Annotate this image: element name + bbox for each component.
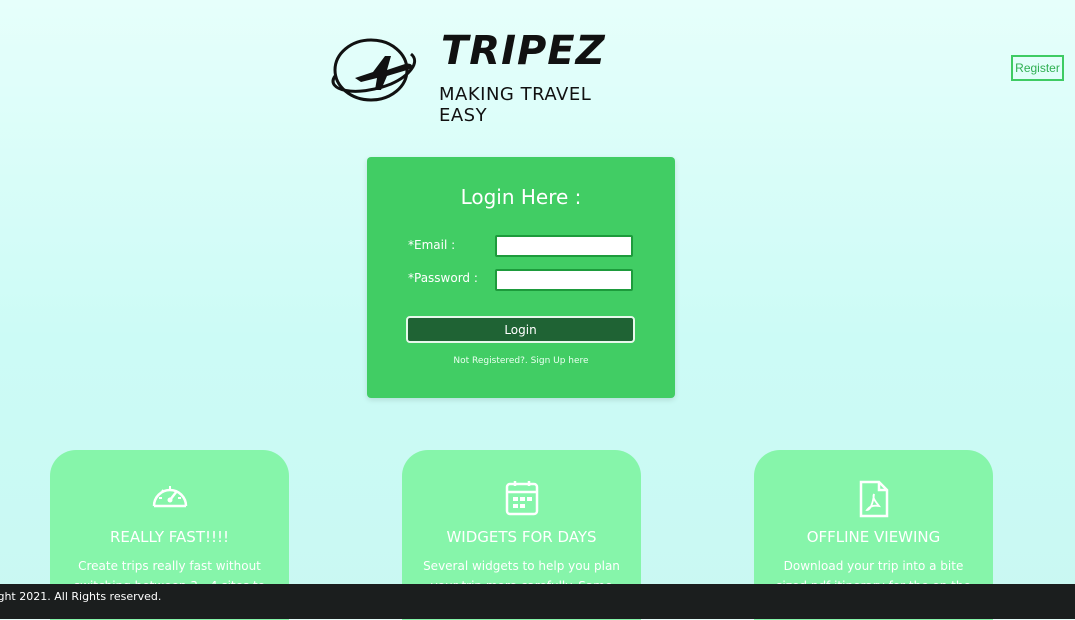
brand-name: TRIPEZ [441, 28, 606, 74]
airplane-globe-icon [331, 38, 417, 102]
speedometer-icon [152, 486, 187, 508]
login-card: Login Here : *Email : *Password : Login … [367, 157, 675, 398]
calendar-icon [505, 481, 538, 516]
email-label: *Email : [408, 238, 456, 252]
feature-title: WIDGETS FOR DAYS [446, 528, 597, 546]
login-title: Login Here : [460, 185, 582, 209]
password-label: *Password : [408, 271, 478, 285]
brand-logo: TRIPEZ MAKING TRAVEL EASY [325, 28, 635, 126]
footer: Copyright 2021. All Rights reserved. [0, 584, 1075, 619]
feature-title: OFFLINE VIEWING [806, 528, 941, 546]
pdf-file-icon [859, 480, 888, 518]
password-field[interactable] [495, 269, 633, 291]
register-button[interactable]: Register [1011, 55, 1064, 81]
signup-link[interactable]: Not Registered?. Sign Up here [367, 356, 675, 366]
feature-title: REALLY FAST!!!! [109, 528, 230, 546]
login-button[interactable]: Login [406, 316, 635, 343]
email-field[interactable] [495, 235, 633, 257]
brand-tagline: MAKING TRAVEL EASY [439, 84, 592, 126]
copyright-text: Copyright 2021. All Rights reserved. [0, 590, 162, 603]
